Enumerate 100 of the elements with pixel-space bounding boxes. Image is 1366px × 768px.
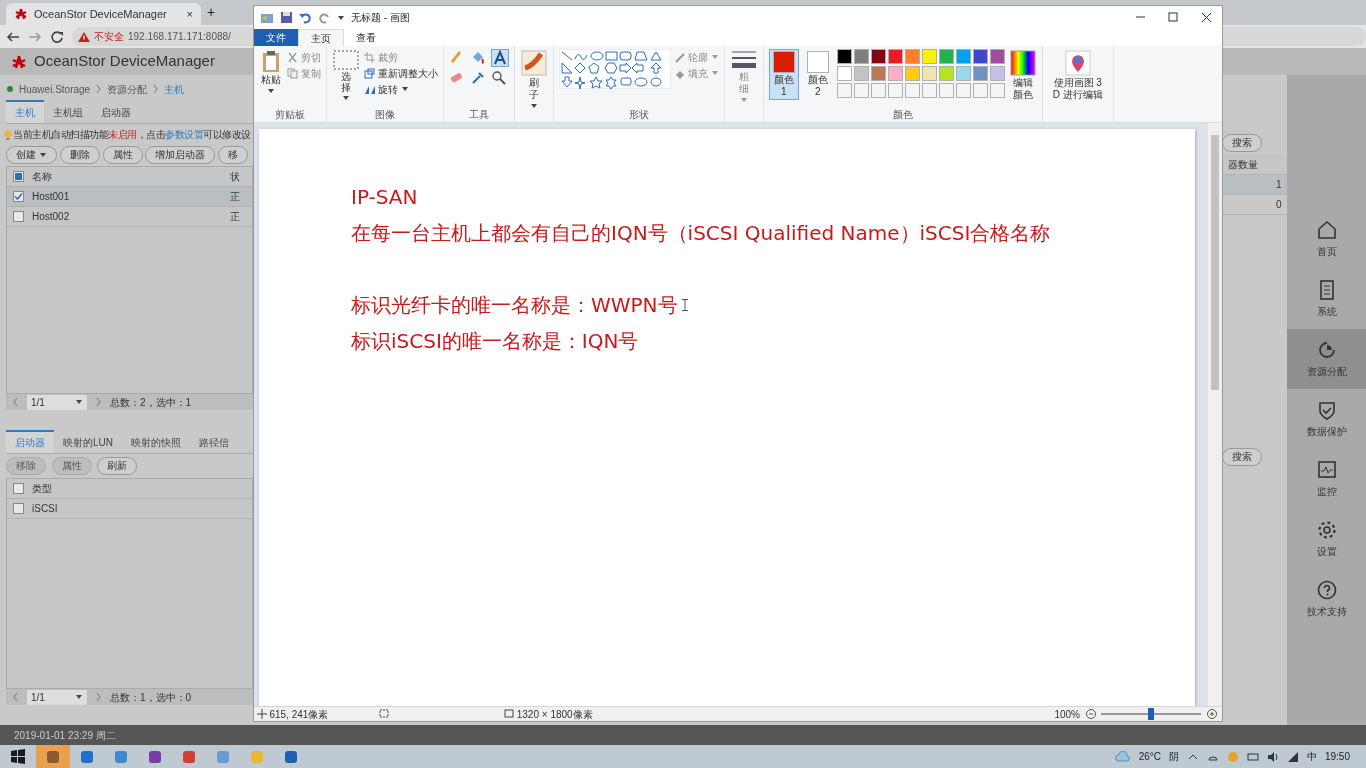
nav-item[interactable]: 设置	[1287, 509, 1366, 569]
primary-color-button[interactable]: 颜色 1	[768, 49, 799, 100]
palette-swatch[interactable]	[853, 66, 869, 81]
palette-swatch[interactable]	[921, 66, 937, 81]
secondary-color-button[interactable]: 颜色 2	[802, 49, 833, 100]
redo-icon[interactable]	[318, 11, 331, 24]
shape-gallery-drawing[interactable]	[559, 49, 671, 89]
ribbon-tab[interactable]: 文件	[254, 29, 298, 46]
group-label: 工具	[469, 108, 489, 122]
zoom-out-icon[interactable]	[1085, 709, 1096, 719]
nav-item[interactable]: 资源分配	[1287, 329, 1366, 389]
palette-swatch[interactable]	[989, 66, 1005, 81]
zoom-slider-thumb[interactable]	[1148, 708, 1154, 720]
toolbar-button[interactable]: 增加启动器	[145, 145, 216, 164]
undo-icon[interactable]	[299, 11, 312, 24]
next-page-icon[interactable]	[95, 397, 102, 408]
next-page-icon[interactable]	[95, 692, 102, 702]
clock-time[interactable]: 19:50	[1324, 749, 1350, 764]
taskbar-app-icon[interactable]	[36, 745, 70, 768]
select-button[interactable]: 选择	[332, 49, 360, 103]
toolbar-button[interactable]: 创建	[6, 145, 57, 164]
palette-swatch[interactable]	[870, 66, 886, 81]
ribbon-tab[interactable]: 查看	[344, 29, 388, 46]
save-icon[interactable]	[280, 11, 293, 24]
previous-page-icon[interactable]	[12, 397, 19, 408]
search-button[interactable]: 搜索	[1222, 447, 1262, 466]
canvas-text: 标识iSCSI的唯一名称是：IQN号	[351, 328, 639, 355]
resize-button[interactable]: 重新调整大小	[364, 65, 438, 81]
palette-swatch[interactable]	[836, 49, 852, 64]
palette-swatch[interactable]	[887, 49, 903, 64]
toolbar-button[interactable]: 刷新	[97, 457, 137, 475]
status-text: 未启用	[108, 128, 137, 143]
select-all-checkbox[interactable]	[13, 171, 24, 183]
battery-icon[interactable]	[1246, 750, 1259, 763]
nav-item[interactable]: 系统	[1287, 269, 1366, 329]
palette-swatch[interactable]	[921, 49, 937, 64]
palette-swatch[interactable]	[938, 49, 954, 64]
palette-swatch[interactable]	[904, 49, 920, 64]
row-checkbox[interactable]	[13, 191, 24, 203]
ribbon-tab[interactable]: 主页	[298, 29, 344, 46]
rotate-button[interactable]: 旋转	[364, 81, 438, 97]
paint3d-button[interactable]: 使用画图 3 D 进行编辑	[1047, 49, 1108, 102]
caret-icon	[739, 96, 748, 104]
url-text[interactable]: 192.168.171.171:8088/	[128, 29, 231, 44]
edit-colors-button[interactable]: 编辑颜色	[1008, 49, 1037, 102]
new-tab-button[interactable]: +	[207, 2, 216, 23]
palette-swatch[interactable]	[989, 49, 1005, 64]
palette-swatch[interactable]	[955, 66, 971, 81]
close-icon[interactable]	[1201, 12, 1212, 23]
windows-start-icon[interactable]	[10, 748, 26, 765]
tab[interactable]: 启动器	[92, 102, 140, 123]
nav-label: 资源分配	[1306, 365, 1347, 379]
palette-swatch[interactable]	[836, 66, 852, 81]
notice-text: 可以修改设	[203, 128, 251, 143]
breadcrumb-link[interactable]: Huawei.Storage	[19, 81, 91, 97]
caret-icon	[401, 85, 409, 93]
table-cell-text: Host002	[32, 210, 71, 225]
forward-icon[interactable]	[28, 29, 42, 44]
nav-item[interactable]: 数据保护	[1287, 389, 1366, 449]
toolbar-button[interactable]: 移	[218, 145, 248, 164]
breadcrumb-link[interactable]: 资源分配	[107, 81, 148, 97]
page-select[interactable]: 1/1	[27, 689, 87, 705]
palette-swatch[interactable]	[853, 49, 869, 64]
toolbar-button[interactable]: 属性	[102, 145, 143, 164]
row-checkbox[interactable]	[13, 502, 24, 514]
palette-swatch[interactable]	[870, 49, 886, 64]
palette-swatch[interactable]	[904, 66, 920, 81]
vertical-scrollbar[interactable]	[1208, 123, 1222, 706]
tab[interactable]: 主机组	[44, 102, 92, 123]
palette-swatch[interactable]	[972, 49, 988, 64]
browser-tab[interactable]: OceanStor DeviceManager ×	[6, 3, 201, 25]
palette-swatch[interactable]	[955, 49, 971, 64]
previous-page-icon[interactable]	[12, 692, 19, 702]
network-icon[interactable]	[1286, 750, 1299, 763]
palette-swatch[interactable]	[938, 66, 954, 81]
reload-icon[interactable]	[50, 29, 64, 44]
row-checkbox[interactable]	[13, 211, 24, 223]
back-icon[interactable]	[6, 29, 20, 44]
input-method[interactable]: 中	[1306, 749, 1317, 764]
tab[interactable]: 路径信	[190, 432, 238, 454]
select-all-checkbox[interactable]	[13, 482, 24, 494]
zoom-in-icon[interactable]	[1206, 709, 1217, 719]
nav-item[interactable]: 首页	[1287, 209, 1366, 269]
nav-item[interactable]: 监控	[1287, 449, 1366, 509]
tab[interactable]: 映射的LUN	[54, 432, 122, 454]
group-label: 形状	[628, 108, 649, 122]
tab-close-button[interactable]: ×	[186, 5, 193, 23]
nav-item[interactable]: 技术支持	[1287, 569, 1366, 629]
caret-icon[interactable]	[337, 13, 345, 22]
paste-button[interactable]: 粘贴	[259, 49, 283, 96]
brush-button[interactable]: 刷子	[520, 49, 548, 111]
search-button[interactable]: 搜索	[1222, 134, 1262, 152]
palette-swatch[interactable]	[972, 66, 988, 81]
tab[interactable]: 映射的快照	[122, 432, 190, 454]
page-select[interactable]: 1/1	[27, 394, 87, 410]
speaker-icon[interactable]	[1266, 750, 1279, 763]
toolbar-button[interactable]: 删除	[59, 145, 100, 164]
palette-swatch[interactable]	[887, 66, 903, 81]
maximize-icon[interactable]	[1168, 12, 1179, 23]
text-tool-icon[interactable]	[491, 49, 509, 67]
